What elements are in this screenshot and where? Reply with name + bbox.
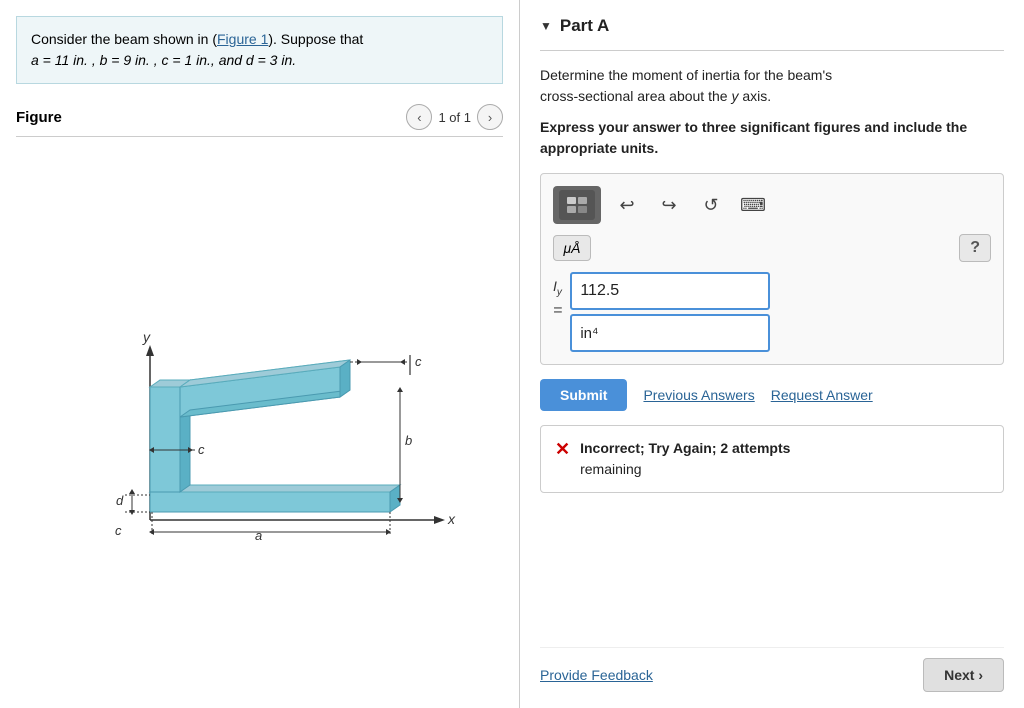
problem-statement: Consider the beam shown in (Figure 1). S… <box>16 16 503 84</box>
bottom-bar: Provide Feedback Next › <box>540 647 1004 692</box>
part-divider <box>540 50 1004 51</box>
keyboard-icon[interactable]: ⌨ <box>737 189 769 221</box>
undo-icon[interactable]: ↩ <box>611 189 643 221</box>
figure-nav-text: 1 of 1 <box>438 110 471 125</box>
mu-button[interactable]: μÅ <box>553 235 591 261</box>
units-input[interactable] <box>570 314 770 352</box>
figure-canvas: y x <box>16 147 503 692</box>
math-values: a = 11 in. , b = 9 in. , c = 1 in., and … <box>31 52 296 68</box>
request-answer-link[interactable]: Request Answer <box>771 387 873 403</box>
feedback-box: ✕ Incorrect; Try Again; 2 attempts remai… <box>540 425 1004 493</box>
collapse-arrow[interactable]: ▼ <box>540 19 552 33</box>
redo-icon[interactable]: ↪ <box>653 189 685 221</box>
svg-text:y: y <box>142 329 151 345</box>
inputs-col <box>570 272 770 352</box>
template-icon[interactable] <box>559 190 595 220</box>
figure-divider <box>16 136 503 137</box>
beam-figure: y x <box>60 280 460 560</box>
right-panel: ▼ Part A Determine the moment of inertia… <box>520 0 1024 708</box>
action-row: Submit Previous Answers Request Answer <box>540 379 1004 411</box>
figure-next-button[interactable]: › <box>477 104 503 130</box>
figure-nav: ‹ 1 of 1 › <box>406 104 503 130</box>
problem-text-before: Consider the beam shown in ( <box>31 31 217 47</box>
input-label: Iy = <box>553 272 562 320</box>
svg-text:d: d <box>116 493 124 508</box>
previous-answers-link[interactable]: Previous Answers <box>643 387 754 403</box>
figure-label: Figure <box>16 109 62 126</box>
input-row: Iy = <box>553 272 991 352</box>
reset-icon[interactable]: ↺ <box>695 189 727 221</box>
instruction-text: Express your answer to three significant… <box>540 117 1004 159</box>
left-panel: Consider the beam shown in (Figure 1). S… <box>0 0 520 708</box>
svg-text:a: a <box>255 528 262 543</box>
part-header: ▼ Part A <box>540 16 1004 36</box>
figure-prev-button[interactable]: ‹ <box>406 104 432 130</box>
svg-text:c: c <box>198 442 205 457</box>
answer-toolbar: ↩ ↪ ↺ ⌨ <box>553 186 991 224</box>
answer-box: ↩ ↪ ↺ ⌨ μÅ ? Iy = <box>540 173 1004 365</box>
incorrect-icon: ✕ <box>555 439 570 460</box>
figure-link[interactable]: Figure 1 <box>217 31 268 47</box>
problem-text-after: ). Suppose that <box>268 31 363 47</box>
feedback-text: Incorrect; Try Again; 2 attempts remaini… <box>580 438 790 480</box>
svg-text:c: c <box>115 523 122 538</box>
svg-text:x: x <box>447 511 456 527</box>
svg-text:b: b <box>405 433 412 448</box>
question-text: Determine the moment of inertia for the … <box>540 65 1004 107</box>
next-button[interactable]: Next › <box>923 658 1004 692</box>
svg-text:c: c <box>415 354 422 369</box>
figure-header: Figure ‹ 1 of 1 › <box>16 104 503 130</box>
figure-area: Figure ‹ 1 of 1 › y x <box>16 94 503 692</box>
template-icon-group[interactable] <box>553 186 601 224</box>
equals-sign: = <box>553 298 562 320</box>
submit-button[interactable]: Submit <box>540 379 627 411</box>
provide-feedback-link[interactable]: Provide Feedback <box>540 667 653 683</box>
help-button[interactable]: ? <box>959 234 991 262</box>
part-title: Part A <box>560 16 609 36</box>
answer-input[interactable] <box>570 272 770 310</box>
